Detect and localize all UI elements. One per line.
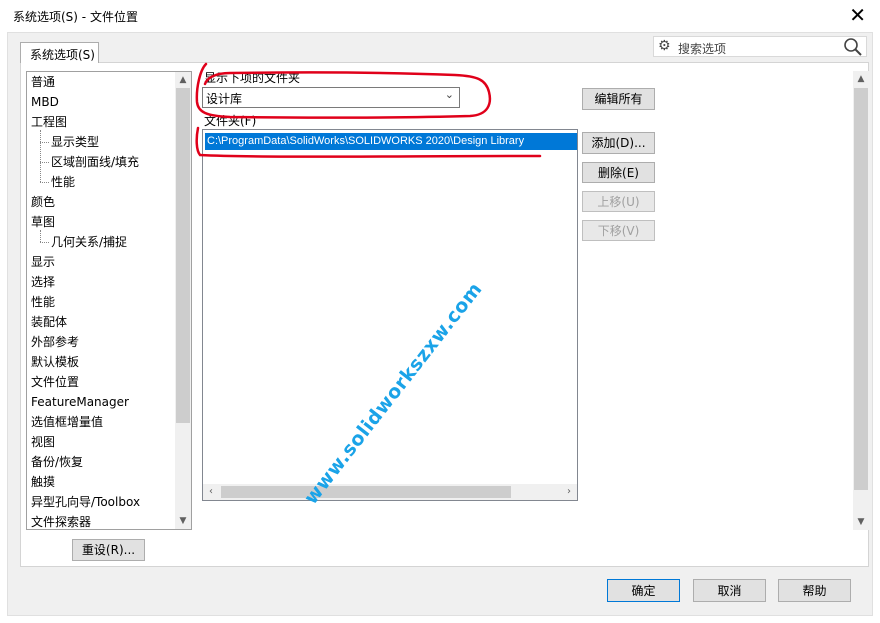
tree-item[interactable]: 异型孔向导/Toolbox [31, 492, 140, 512]
tab-system-options[interactable]: 系统选项(S) [20, 42, 99, 63]
reset-button[interactable]: 重设(R)... [72, 539, 145, 561]
add-button[interactable]: 添加(D)... [582, 132, 655, 154]
delete-button[interactable]: 删除(E) [582, 162, 655, 183]
scroll-thumb[interactable] [221, 486, 511, 498]
tree-scrollbar[interactable]: ▲ ▼ [175, 72, 191, 529]
folder-row[interactable]: C:\ProgramData\SolidWorks\SOLIDWORKS 202… [205, 133, 577, 150]
tree-connector [40, 162, 49, 163]
folder-type-value: 设计库 [206, 92, 243, 106]
tree-item[interactable]: 选择 [31, 272, 55, 292]
tree-item[interactable]: 草图 [31, 212, 55, 232]
folder-list[interactable]: C:\ProgramData\SolidWorks\SOLIDWORKS 202… [202, 129, 578, 501]
scroll-thumb[interactable] [854, 88, 868, 490]
edit-all-button[interactable]: 编辑所有 [582, 88, 655, 110]
tree-item[interactable]: 显示类型 [51, 132, 99, 152]
scroll-thumb[interactable] [176, 88, 190, 423]
scroll-down-icon[interactable]: ▼ [175, 513, 191, 529]
move-down-button[interactable]: 下移(V) [582, 220, 655, 241]
tree-item[interactable]: 区域剖面线/填充 [51, 152, 139, 172]
show-folders-label: 显示下项的文件夹 [204, 71, 301, 85]
tree-connector [40, 182, 49, 183]
tree-item[interactable]: 性能 [31, 292, 55, 312]
search-placeholder: 搜索选项 [678, 42, 727, 56]
tree-item[interactable]: 工程图 [31, 112, 67, 132]
scroll-up-icon[interactable]: ▲ [175, 72, 191, 88]
tree-item[interactable]: 文件探索器 [31, 512, 91, 529]
ok-button[interactable]: 确定 [607, 579, 680, 602]
scroll-up-icon[interactable]: ▲ [853, 71, 869, 87]
title-bar: 系统选项(S) - 文件位置 ✕ [0, 0, 880, 32]
tree-item[interactable]: 默认模板 [31, 352, 79, 372]
tree-item[interactable]: 普通 [31, 72, 55, 92]
scroll-down-icon[interactable]: ▼ [853, 514, 869, 530]
folder-list-hscroll[interactable]: ‹ › [203, 484, 577, 500]
tree-item[interactable]: 几何关系/捕捉 [51, 232, 127, 252]
tree-connector [40, 130, 41, 182]
folders-label: 文件夹(F) [204, 114, 257, 128]
tree-item[interactable]: 性能 [51, 172, 75, 192]
tree-item[interactable]: 视图 [31, 432, 55, 452]
search-icon[interactable] [843, 37, 863, 57]
tree-connector [40, 142, 49, 143]
scroll-right-icon[interactable]: › [561, 484, 577, 500]
close-icon[interactable]: ✕ [849, 4, 866, 26]
window-title: 系统选项(S) - 文件位置 [13, 10, 138, 24]
tree-item[interactable]: 颜色 [31, 192, 55, 212]
panel-scrollbar[interactable]: ▲ ▼ [853, 71, 869, 530]
tree-item[interactable]: FeatureManager [31, 392, 129, 412]
folder-type-select[interactable]: 设计库 ⌄ [202, 87, 460, 108]
tree-item[interactable]: MBD [31, 92, 59, 112]
cancel-button[interactable]: 取消 [693, 579, 766, 602]
chevron-down-icon: ⌄ [444, 88, 454, 101]
options-tree[interactable]: ▲ ▼ 普通 MBD 工程图 显示类型 区域剖面线/填充 性能 颜色 草图 几何关系/捕捉 显示选… [26, 71, 192, 530]
tree-item[interactable]: 显示 [31, 252, 55, 272]
tree-item[interactable]: 备份/恢复 [31, 452, 83, 472]
tree-item[interactable]: 文件位置 [31, 372, 79, 392]
scroll-left-icon[interactable]: ‹ [203, 484, 219, 500]
gear-icon[interactable]: ⚙ [658, 38, 671, 54]
search-box[interactable]: ⚙ 搜索选项 [653, 36, 867, 57]
move-up-button[interactable]: 上移(U) [582, 191, 655, 212]
help-button[interactable]: 帮助 [778, 579, 851, 602]
tree-item[interactable]: 触摸 [31, 472, 55, 492]
tree-item[interactable]: 装配体 [31, 312, 67, 332]
tree-connector [40, 242, 49, 243]
tree-item[interactable]: 选值框增量值 [31, 412, 103, 432]
tree-item[interactable]: 外部参考 [31, 332, 79, 352]
